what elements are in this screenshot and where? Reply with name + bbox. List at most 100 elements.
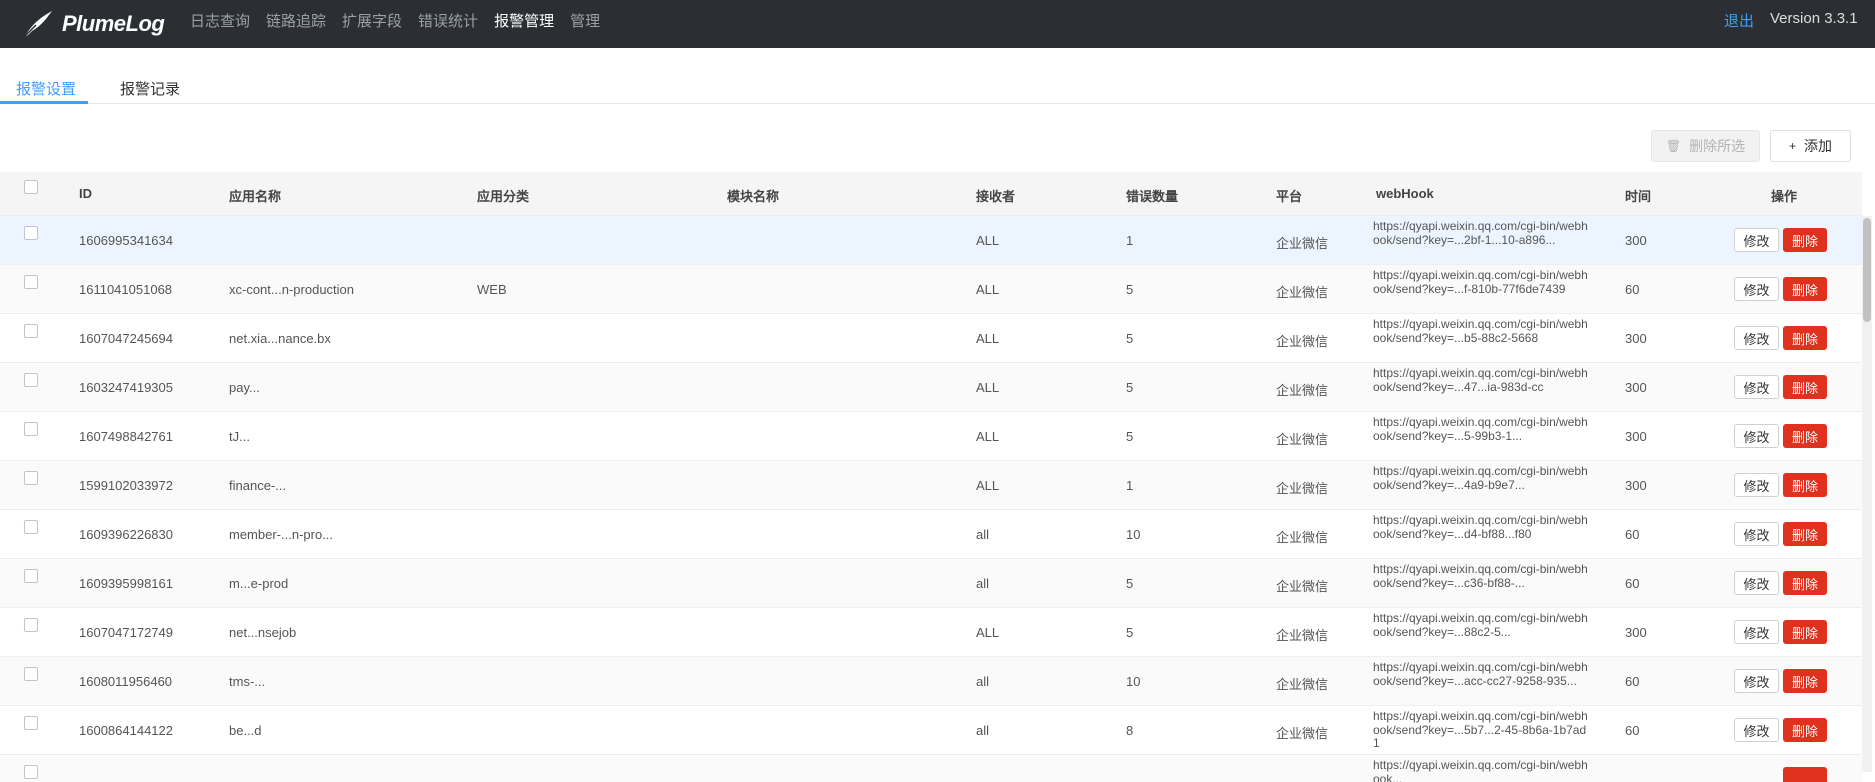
nav-item-2[interactable]: 扩展字段 [342,10,402,31]
edit-button[interactable]: 修改 [1734,228,1779,252]
edit-button[interactable]: 修改 [1734,424,1779,448]
delete-button[interactable]: 删除 [1783,228,1827,252]
cell-time: 300 [1625,478,1647,493]
table-row[interactable]: https://qyapi.weixin.qq.com/cgi-bin/webh… [0,755,1862,782]
delete-button[interactable]: 删除 [1783,669,1827,693]
cell-webhook: https://qyapi.weixin.qq.com/cgi-bin/webh… [1373,710,1588,750]
add-label: 添加 [1804,138,1832,154]
col-app-name: 应用名称 [229,189,282,204]
delete-button[interactable]: 删除 [1783,277,1827,301]
edit-button[interactable]: 修改 [1734,669,1779,693]
delete-button[interactable]: 删除 [1783,571,1827,595]
logout-link[interactable]: 退出 [1724,10,1754,31]
cell-app-name: m...e-prod [229,576,289,591]
cell-error-count: 5 [1126,576,1134,591]
delete-button[interactable]: 删除 [1783,473,1827,497]
col-platform: 平台 [1276,189,1303,204]
cell-app-name: xc-cont...n-production [229,282,355,297]
table-row[interactable]: 1606995341634 ALL 1 企业微信 300 https://qyapi.we… [0,216,1862,265]
cell-receiver: all [976,674,990,689]
trash-icon: 🗑 [1665,139,1682,153]
cell-webhook: https://qyapi.weixin.qq.com/cgi-bin/webh… [1373,514,1588,541]
edit-button[interactable]: 修改 [1734,375,1779,399]
row-checkbox[interactable] [24,618,38,632]
tab-alert-records[interactable]: 报警记录 [120,78,180,99]
nav-item-0[interactable]: 日志查询 [190,10,250,31]
cell-id: 1600864144122 [79,723,173,738]
cell-id: 1606995341634 [79,233,173,248]
edit-button[interactable]: 修改 [1734,326,1779,350]
table-row[interactable]: 1600864144122 be...d all 8 企业微信 60 https://qya… [0,706,1862,755]
cell-time: 60 [1625,674,1640,689]
cell-platform: 企业微信 [1276,677,1329,692]
table-row[interactable]: 1608011956460 tms-... all 10 企业微信 60 https://q… [0,657,1862,706]
delete-button[interactable]: 删除 [1783,424,1827,448]
delete-button[interactable]: 删除 [1783,326,1827,350]
delete-button[interactable]: 删除 [1783,620,1827,644]
row-checkbox[interactable] [24,569,38,583]
delete-selected-label: 删除所选 [1689,138,1746,154]
tab-alert-settings[interactable]: 报警设置 [16,78,76,99]
table-row[interactable]: 1611041051068 xc-cont...n-production WEB AL… [0,265,1862,314]
table-row[interactable]: 1609396226830 member-...n-pro... all 10 企业微信… [0,510,1862,559]
edit-button[interactable]: 修改 [1734,473,1779,497]
cell-platform: 企业微信 [1276,236,1329,251]
brand-logo[interactable]: PlumeLog [20,4,165,44]
row-checkbox[interactable] [24,373,38,387]
table-row[interactable]: 1599102033972 finance-... ALL 1 企业微信 300 https… [0,461,1862,510]
cell-error-count: 5 [1126,625,1134,640]
cell-id: 1607047245694 [79,331,173,346]
cell-id: 1609395998161 [79,576,173,591]
row-checkbox[interactable] [24,324,38,338]
add-button[interactable]: + 添加 [1770,130,1851,162]
delete-button[interactable]: 删除 [1783,522,1827,546]
row-checkbox[interactable] [24,422,38,436]
edit-button[interactable]: 修改 [1734,718,1779,742]
delete-button[interactable]: 删除 [1783,375,1827,399]
cell-app-name: tJ... [229,429,250,444]
brand-name: PlumeLog [62,11,165,36]
cell-platform: 企业微信 [1276,334,1329,349]
cell-webhook: https://qyapi.weixin.qq.com/cgi-bin/webh… [1373,612,1588,639]
delete-button[interactable]: 删除 [1783,718,1827,742]
cell-receiver: ALL [976,625,1000,640]
select-all-checkbox[interactable] [24,180,38,194]
table-row[interactable]: 1607047172749 net...nsejob ALL 5 企业微信 300 http… [0,608,1862,657]
nav-item-1[interactable]: 链路追踪 [266,10,326,31]
cell-error-count: 5 [1126,282,1134,297]
edit-button[interactable]: 修改 [1734,277,1779,301]
table-row[interactable]: 1607498842761 tJ... ALL 5 企业微信 300 https://qya… [0,412,1862,461]
scrollbar-thumb[interactable] [1863,218,1871,322]
row-checkbox[interactable] [24,667,38,681]
row-checkbox[interactable] [24,765,38,779]
nav-item-5[interactable]: 管理 [570,10,600,31]
cell-platform: 企业微信 [1276,383,1329,398]
cell-receiver: ALL [976,380,1000,395]
row-checkbox[interactable] [24,226,38,240]
table-header: ID 应用名称 应用分类 模块名称 接收者 错误数量 平台 webHook 时间… [0,172,1862,216]
cell-app-name: pay... [229,380,260,395]
edit-button[interactable]: 修改 [1734,620,1779,644]
feather-logo-icon [23,11,52,38]
nav-item-4[interactable]: 报警管理 [494,10,554,31]
edit-button[interactable]: 修改 [1734,522,1779,546]
table-row[interactable]: 1609395998161 m...e-prod all 5 企业微信 60 https:/… [0,559,1862,608]
cell-webhook: https://qyapi.weixin.qq.com/cgi-bin/webh… [1373,367,1588,394]
row-checkbox[interactable] [24,275,38,289]
row-checkbox[interactable] [24,471,38,485]
table-row[interactable]: 1607047245694 net.xia...nance.bx ALL 5 企业微信 3… [0,314,1862,363]
col-id: ID [79,186,92,201]
cell-platform: 企业微信 [1276,579,1329,594]
cell-app-category: WEB [477,282,507,297]
col-error-count: 错误数量 [1126,189,1179,204]
row-checkbox[interactable] [24,520,38,534]
delete-selected-button[interactable]: 🗑 删除所选 [1651,130,1760,162]
cell-time: 300 [1625,429,1647,444]
nav-item-3[interactable]: 错误统计 [418,10,478,31]
table-row[interactable]: 1603247419305 pay... ALL 5 企业微信 300 https://qy… [0,363,1862,412]
row-checkbox[interactable] [24,716,38,730]
cell-id: 1607047172749 [79,625,173,640]
delete-button[interactable] [1783,767,1827,782]
edit-button[interactable]: 修改 [1734,571,1779,595]
plus-icon: + [1788,139,1796,153]
